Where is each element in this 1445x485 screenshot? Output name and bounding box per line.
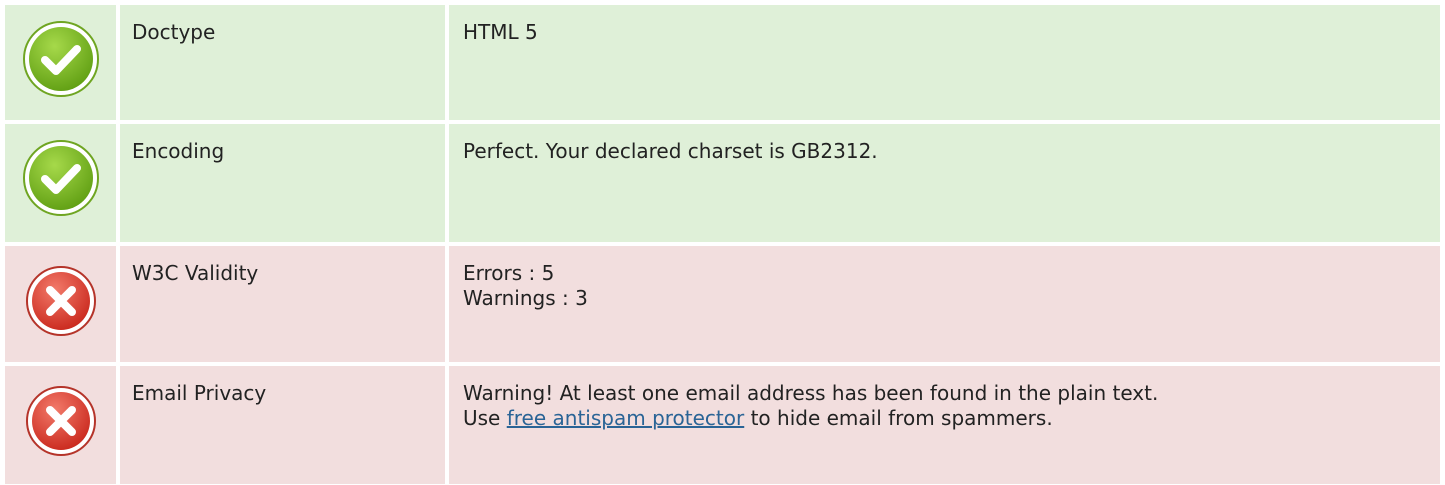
check-name: Doctype	[120, 5, 445, 120]
antispam-protector-link[interactable]: free antispam protector	[507, 406, 745, 430]
result-row-doctype: Doctype HTML 5	[5, 5, 1440, 120]
warnings-count: Warnings : 3	[463, 286, 588, 310]
status-cell	[5, 124, 116, 242]
check-circle-icon	[22, 21, 99, 97]
cross-circle-icon	[25, 266, 96, 336]
value-line: HTML 5	[463, 20, 538, 44]
check-name: Encoding	[120, 124, 445, 242]
result-row-encoding: Encoding Perfect. Your declared charset …	[5, 124, 1440, 242]
errors-count: Errors : 5	[463, 261, 555, 285]
check-value: HTML 5	[449, 5, 1440, 120]
check-value: Errors : 5 Warnings : 3	[449, 246, 1440, 362]
check-name: W3C Validity	[120, 246, 445, 362]
cross-circle-icon	[25, 386, 96, 456]
advice-text: Use free antispam protector to hide emai…	[463, 406, 1440, 431]
check-value: Perfect. Your declared charset is GB2312…	[449, 124, 1440, 242]
advice-suffix: to hide email from spammers.	[744, 406, 1053, 430]
status-cell	[5, 5, 116, 120]
status-cell	[5, 366, 116, 484]
check-value: Warning! At least one email address has …	[449, 366, 1440, 484]
result-row-email-privacy: Email Privacy Warning! At least one emai…	[5, 366, 1440, 484]
advice-prefix: Use	[463, 406, 507, 430]
status-cell	[5, 246, 116, 362]
check-name: Email Privacy	[120, 366, 445, 484]
value-line: Perfect. Your declared charset is GB2312…	[463, 139, 878, 163]
result-row-w3c-validity: W3C Validity Errors : 5 Warnings : 3	[5, 246, 1440, 362]
warning-text: Warning! At least one email address has …	[463, 381, 1159, 405]
results-table: Doctype HTML 5 Encoding Perfect. Your de…	[5, 5, 1440, 484]
check-circle-icon	[22, 140, 99, 216]
